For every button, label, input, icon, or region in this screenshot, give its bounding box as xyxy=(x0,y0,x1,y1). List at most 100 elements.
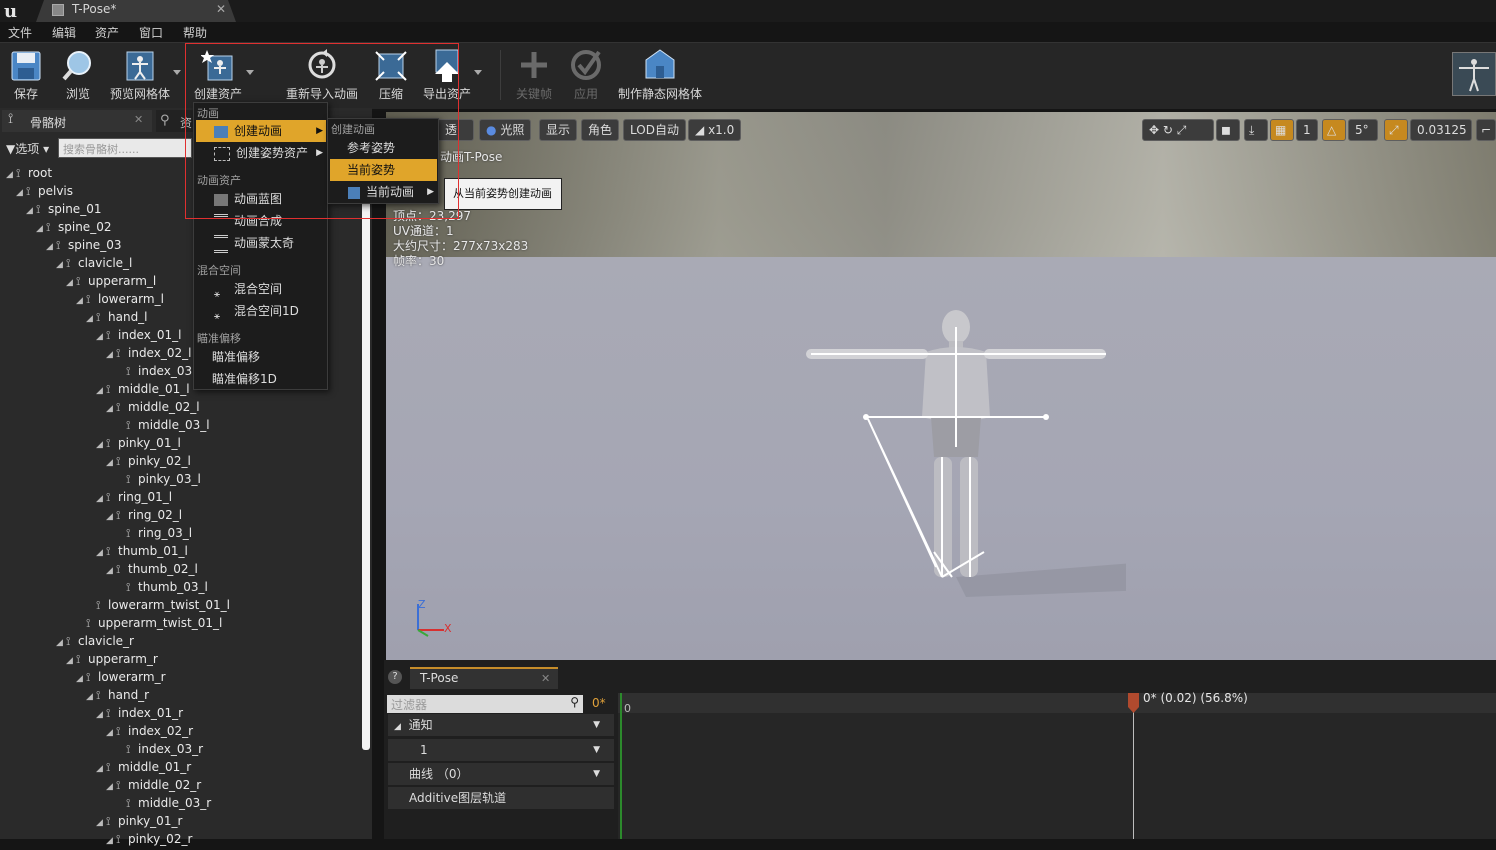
expand-arrow-icon[interactable]: ◢ xyxy=(26,202,36,220)
expand-arrow-icon[interactable]: ◢ xyxy=(16,184,26,202)
help-icon[interactable]: ? xyxy=(388,670,402,684)
transform-tools-group[interactable]: ✥ ↻ ⤢ xyxy=(1142,119,1214,141)
expand-arrow-icon[interactable]: ◢ xyxy=(56,256,66,274)
bone-row[interactable]: ◢ ⟟ upperarm_l xyxy=(66,272,156,290)
menu-item-aim-offset[interactable]: 瞄准偏移 xyxy=(196,346,326,368)
bone-row[interactable]: ⟟ pinky_03_l xyxy=(116,470,201,488)
scale-snap-value[interactable]: 0.03125 xyxy=(1410,119,1472,141)
menu-asset[interactable]: 资产 xyxy=(95,24,119,41)
expand-arrow-icon[interactable]: ◢ xyxy=(66,652,76,670)
menu-item-anim-montage[interactable]: 动画蒙太奇 xyxy=(196,232,326,254)
angle-snap-toggle[interactable]: △ xyxy=(1322,119,1346,141)
menu-item-blend-space[interactable]: ⚹ 混合空间 xyxy=(196,278,326,300)
preview-mesh-button[interactable]: 预览网格体 xyxy=(108,44,172,106)
bone-row[interactable]: ◢ ⟟ clavicle_l xyxy=(56,254,132,272)
viewport-layout-button[interactable]: ⌐ xyxy=(1476,119,1496,141)
expand-arrow-icon[interactable]: ◢ xyxy=(76,292,86,310)
bone-row[interactable]: ◢ ⟟ spine_02 xyxy=(36,218,111,236)
menu-item-aim-offset-1d[interactable]: 瞄准偏移1D xyxy=(196,368,326,390)
menu-help[interactable]: 帮助 xyxy=(183,24,207,41)
angle-snap-value[interactable]: 5° xyxy=(1348,119,1378,141)
expand-arrow-icon[interactable]: ◢ xyxy=(96,382,106,400)
track-filter-input[interactable]: 过滤器 ⚲ xyxy=(387,695,583,713)
bone-row[interactable]: ◢ ⟟ lowerarm_r xyxy=(76,668,166,686)
bone-row[interactable]: ◢ ⟟ index_02_r xyxy=(106,722,193,740)
bone-row[interactable]: ◢ ⟟ thumb_02_l xyxy=(106,560,198,578)
close-icon[interactable]: ✕ xyxy=(134,113,143,126)
expand-arrow-icon[interactable]: ◢ xyxy=(46,238,56,256)
bone-row[interactable]: ◢ ⟟ thumb_01_l xyxy=(96,542,188,560)
expand-arrow-icon[interactable]: ◢ xyxy=(66,274,76,292)
browse-button[interactable]: 浏览 xyxy=(54,44,102,106)
world-local-toggle[interactable]: ◼ xyxy=(1216,119,1240,141)
menu-window[interactable]: 窗口 xyxy=(139,24,163,41)
bone-row[interactable]: ◢ ⟟ pinky_01_l xyxy=(96,434,181,452)
menu-file[interactable]: 文件 xyxy=(8,24,32,41)
expand-arrow-icon[interactable]: ◢ xyxy=(96,436,106,454)
expand-arrow-icon[interactable]: ◢ xyxy=(96,706,106,724)
bone-row[interactable]: ◢ ⟟ upperarm_r xyxy=(66,650,158,668)
expand-arrow-icon[interactable]: ◢ xyxy=(96,760,106,778)
show-button[interactable]: 显示 xyxy=(539,119,578,141)
bone-row[interactable]: ◢ ⟟ index_02_l xyxy=(106,344,191,362)
bone-row[interactable]: ◢ ⟟ hand_r xyxy=(86,686,149,704)
playback-speed-button[interactable]: ◢ x1.0 xyxy=(688,119,742,141)
bone-search-input[interactable]: 搜索骨骼树...... xyxy=(58,138,192,158)
expand-arrow-icon[interactable]: ◢ xyxy=(106,400,116,418)
chevron-down-icon[interactable] xyxy=(173,70,181,75)
scrollbar[interactable] xyxy=(362,145,370,750)
close-icon[interactable]: ✕ xyxy=(541,672,550,685)
track-notify-1[interactable]: 1 ▼ xyxy=(388,739,614,761)
keyframe-button[interactable]: 关键帧 xyxy=(512,44,556,106)
expand-arrow-icon[interactable]: ◢ xyxy=(96,814,106,832)
expand-arrow-icon[interactable]: ◢ xyxy=(96,490,106,508)
expand-arrow-icon[interactable]: ◢ xyxy=(56,634,66,652)
expand-arrow-icon[interactable]: ◢ xyxy=(76,670,86,688)
track-curves[interactable]: 曲线 （0） ▼ xyxy=(388,763,614,785)
bone-row[interactable]: ◢ ⟟ lowerarm_l xyxy=(76,290,164,308)
expand-arrow-icon[interactable]: ◢ xyxy=(106,346,116,364)
bone-row[interactable]: ◢ ⟟ middle_01_l xyxy=(96,380,190,398)
expand-arrow-icon[interactable]: ◢ xyxy=(106,454,116,472)
lit-button[interactable]: ● 光照 xyxy=(479,119,532,141)
timeline-area[interactable] xyxy=(618,693,1496,839)
bone-row[interactable]: ◢ ⟟ pinky_02_l xyxy=(106,452,191,470)
save-button[interactable]: 保存 xyxy=(2,44,50,106)
expand-arrow-icon[interactable]: ◢ xyxy=(86,688,96,706)
chevron-down-icon[interactable] xyxy=(474,70,482,75)
bone-row[interactable]: ◢ ⟟ pelvis xyxy=(16,182,73,200)
expand-arrow-icon[interactable]: ◢ xyxy=(6,166,16,184)
document-tab[interactable] xyxy=(36,0,236,22)
menu-item-blend-space-1d[interactable]: ⚹ 混合空间1D xyxy=(196,300,326,322)
bone-row[interactable]: ◢ ⟟ spine_01 xyxy=(26,200,101,218)
bone-row[interactable]: ⟟ index_03 xyxy=(116,362,192,380)
surface-snap-toggle[interactable]: ⤓ xyxy=(1244,119,1268,141)
bone-row[interactable]: ◢ ⟟ pinky_01_r xyxy=(96,812,182,830)
expand-arrow-icon[interactable]: ◢ xyxy=(106,778,116,796)
close-icon[interactable]: ✕ xyxy=(216,2,226,16)
chevron-down-icon[interactable]: ▼ xyxy=(593,714,600,736)
bone-row[interactable]: ◢ ⟟ middle_02_l xyxy=(106,398,200,416)
bone-row[interactable]: ◢ ⟟ ring_02_l xyxy=(106,506,182,524)
bone-row[interactable]: ◢ ⟟ clavicle_r xyxy=(56,632,134,650)
bone-row[interactable]: ⟟ lowerarm_twist_01_l xyxy=(86,596,230,614)
bone-row[interactable]: ◢ ⟟ index_01_l xyxy=(96,326,181,344)
bone-row[interactable]: ◢ ⟟ root xyxy=(6,164,52,182)
bone-row[interactable]: ◢ ⟟ middle_02_r xyxy=(106,776,201,794)
expand-arrow-icon[interactable]: ◢ xyxy=(106,562,116,580)
expand-arrow-icon[interactable]: ◢ xyxy=(86,310,96,328)
bone-row[interactable]: ⟟ middle_03_l xyxy=(116,416,210,434)
grid-snap-value[interactable]: 1 xyxy=(1296,119,1318,141)
bone-row[interactable]: ⟟ index_03_r xyxy=(116,740,203,758)
timeline-ruler[interactable] xyxy=(618,693,1496,713)
bone-row[interactable]: ◢ ⟟ pinky_02_r xyxy=(106,830,192,848)
bone-row[interactable]: ⟟ ring_03_l xyxy=(116,524,192,542)
bone-row[interactable]: ◢ ⟟ ring_01_l xyxy=(96,488,172,506)
expand-arrow-icon[interactable]: ◢ xyxy=(96,544,106,562)
expand-arrow-icon[interactable]: ◢ xyxy=(96,328,106,346)
grid-snap-toggle[interactable]: ▦ xyxy=(1270,119,1294,141)
bone-row[interactable]: ◢ ⟟ index_01_r xyxy=(96,704,183,722)
bone-row[interactable]: ◢ ⟟ hand_l xyxy=(86,308,148,326)
expand-arrow-icon[interactable]: ◢ xyxy=(106,724,116,742)
make-static-mesh-button[interactable]: 制作静态网格体 xyxy=(616,44,704,106)
